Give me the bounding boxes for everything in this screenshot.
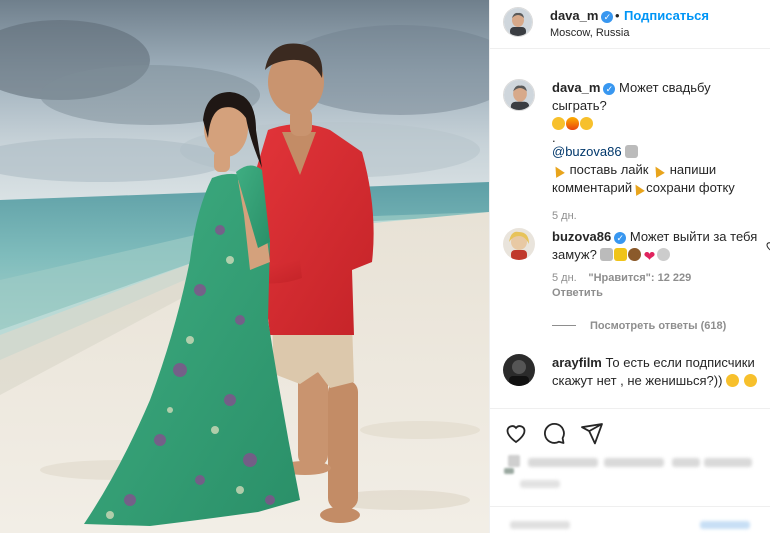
comment-body: arayfilm То есть если подписчики скажут … (552, 354, 767, 390)
party-popper-icon (552, 163, 565, 176)
post-details-panel: dava_m ✓ • Подписаться Moscow, Russia dav… (489, 0, 770, 533)
sad-face-emoji-icon (552, 117, 565, 130)
comment-username[interactable]: buzova86 (552, 229, 611, 244)
verified-badge-icon: ✓ (614, 232, 627, 244)
caption-username[interactable]: dava_m (552, 80, 600, 95)
key-emoji-icon (614, 248, 628, 261)
author-username-text[interactable]: dava_m (550, 8, 598, 23)
caption-body: dava_m ✓ Может свадьбу сыграть? . @buzova… (552, 79, 767, 225)
post-location[interactable]: Moscow, Russia (550, 27, 629, 39)
post-header: dava_m ✓ • Подписаться Moscow, Russia (490, 0, 770, 49)
author-username[interactable]: dava_m ✓ (550, 8, 614, 23)
header-separator: • (615, 8, 620, 23)
verified-badge-icon: ✓ (601, 11, 614, 23)
beach-couple-photo (0, 0, 489, 533)
view-replies-button[interactable]: Посмотреть ответы (618) (552, 320, 726, 332)
post-photo[interactable] (0, 0, 489, 533)
comment-time[interactable]: 5 дн. (552, 272, 577, 284)
face-emoji-icon (600, 248, 614, 261)
bear-emoji-icon (628, 248, 642, 261)
follow-button[interactable]: Подписаться (624, 8, 709, 23)
party-popper-icon (652, 163, 665, 176)
heart-eyes-emoji-icon (580, 117, 593, 130)
replies-divider-line (552, 325, 576, 326)
comment-icon[interactable] (542, 421, 568, 447)
caption-line-2b: напиши (669, 162, 717, 177)
comment-username[interactable]: arayfilm (552, 355, 602, 370)
comment-likes[interactable]: "Нравится": 12 229 (588, 272, 691, 284)
caption-time[interactable]: 5 дн. (552, 207, 767, 225)
view-replies-label[interactable]: Посмотреть ответы (618) (590, 320, 726, 332)
caption-line-3b: сохрани фотку (646, 180, 735, 195)
post-actions-bar (490, 408, 770, 456)
heart-icon[interactable] (504, 421, 530, 447)
face-emoji-icon (625, 145, 639, 158)
caption-avatar[interactable] (503, 79, 535, 111)
laughing-emoji-icon (726, 374, 740, 387)
add-comment-bar[interactable] (490, 506, 770, 533)
mention-link[interactable]: @buzova86 (552, 144, 622, 159)
sunglasses-emoji-icon (743, 374, 757, 387)
smile-emoji-icon (657, 248, 671, 261)
reply-button[interactable]: Ответить (552, 287, 767, 299)
party-popper-icon (632, 181, 645, 194)
caption-line-2: поставь лайк (569, 162, 649, 177)
caption-line-3: комментарий (552, 180, 633, 195)
comments-list[interactable]: dava_m ✓ Может свадьбу сыграть? . @buzova… (490, 50, 770, 408)
caption-dot: . (552, 130, 556, 145)
share-icon[interactable] (580, 421, 606, 447)
author-avatar[interactable] (503, 7, 533, 37)
red-heart-emoji-icon: ❤ (643, 248, 656, 264)
fire-emoji-icon (566, 117, 579, 130)
commenter-avatar[interactable] (503, 228, 535, 260)
small-heart-icon[interactable] (765, 240, 770, 252)
comment-body: buzova86 ✓ Может выйти за тебя замуж? ❤ 5… (552, 228, 767, 299)
verified-badge-icon: ✓ (603, 83, 616, 95)
commenter-avatar[interactable] (503, 354, 535, 386)
